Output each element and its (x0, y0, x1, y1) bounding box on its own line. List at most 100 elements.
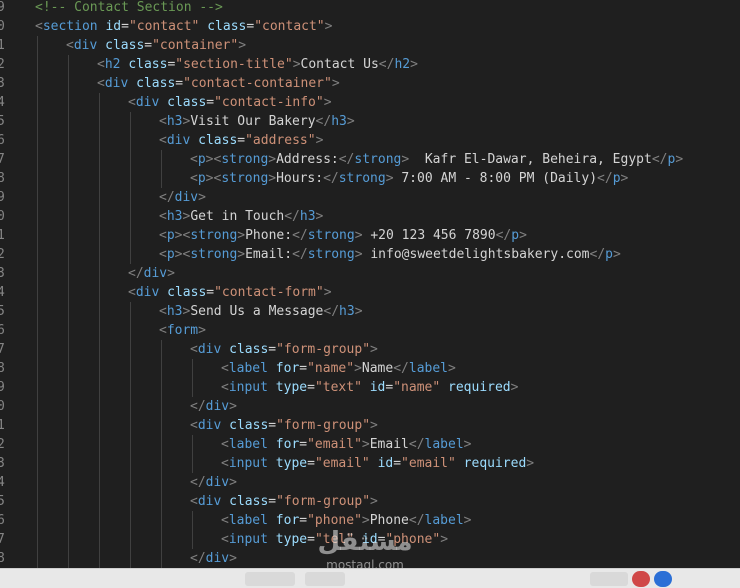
code-line[interactable]: 0 <section id="contact" class="contact"> (0, 17, 740, 36)
line-number: 8 (0, 171, 5, 186)
code-token: class (128, 57, 168, 72)
code-token: input (228, 380, 268, 395)
code-token: strong (307, 247, 355, 262)
code-token: h3 (331, 114, 347, 129)
code-token: class (229, 418, 269, 433)
code-token: > (675, 152, 684, 167)
code-token: h3 (166, 209, 183, 224)
code-line[interactable]: 2 <label for="email">Email</label> (0, 435, 740, 454)
taskbar-item[interactable] (305, 572, 345, 586)
code-line[interactable]: 7 <div class="form-group"> (0, 340, 740, 359)
line-number: 0 (0, 209, 5, 224)
code-token: class (167, 285, 207, 300)
code-content: <div class="form-group"> (190, 416, 378, 435)
code-line[interactable]: 3 </div> (0, 264, 740, 283)
code-content: <h3>Visit Our Bakery</h3> (159, 112, 355, 131)
code-line[interactable]: 2 <h2 class="section-title">Contact Us</h… (0, 55, 740, 74)
line-number: 3 (0, 266, 5, 281)
code-token: h3 (339, 304, 355, 319)
code-line[interactable]: 3 <div class="contact-container"> (0, 74, 740, 93)
code-token: > (440, 532, 449, 547)
code-line[interactable]: 3 <input type="email" id="email" required… (0, 454, 740, 473)
code-token: label (228, 513, 268, 528)
taskbar-item[interactable] (245, 572, 295, 586)
code-token: Address: (276, 152, 339, 167)
code-token: strong (221, 152, 269, 167)
code-line[interactable]: 1 <div class="container"> (0, 36, 740, 55)
code-line[interactable]: 8 <p><strong>Hours:</strong> 7:00 AM - 8:… (0, 169, 740, 188)
code-content: <form> (159, 321, 206, 340)
code-line[interactable]: 6 <div class="address"> (0, 131, 740, 150)
code-content: <p><strong>Phone:</strong> +20 123 456 7… (159, 226, 527, 245)
code-token: </ (292, 247, 308, 262)
app-icon[interactable] (632, 571, 650, 587)
code-content: <div class="form-group"> (190, 492, 378, 511)
taskbar-item[interactable] (590, 572, 628, 586)
app-icon[interactable] (654, 571, 672, 587)
code-line[interactable]: 5 <h3>Send Us a Message</h3> (0, 302, 740, 321)
line-number: 2 (0, 247, 5, 262)
code-token: div (135, 95, 160, 110)
code-line[interactable]: 4 <div class="contact-info"> (0, 93, 740, 112)
code-token: p (612, 171, 621, 186)
code-token: = (121, 19, 129, 34)
code-content: <div class="address"> (159, 131, 323, 150)
code-line[interactable]: 5 <div class="form-group"> (0, 492, 740, 511)
code-token: Phone (369, 513, 409, 528)
code-token: h3 (166, 114, 183, 129)
code-token: < (221, 380, 229, 395)
code-line[interactable]: 6 <form> (0, 321, 740, 340)
code-line[interactable]: 9 </div> (0, 188, 740, 207)
code-line[interactable]: 2 <p><strong>Email:</strong> info@sweetde… (0, 245, 740, 264)
code-token: < (221, 361, 229, 376)
code-token: > (229, 475, 237, 490)
code-token: > (385, 171, 394, 186)
code-line[interactable]: 8 </div> (0, 549, 740, 568)
code-line[interactable]: 7 <input type="tel" id="phone"> (0, 530, 740, 549)
code-editor[interactable]: 9 <!-- Contact Section --> 0 <section id="c… (0, 0, 740, 587)
code-token: Hours: (276, 171, 324, 186)
code-line[interactable]: 1 <p><strong>Phone:</strong> +20 123 456 … (0, 226, 740, 245)
code-line[interactable]: 6 <label for="phone">Phone</label> (0, 511, 740, 530)
line-number: 8 (0, 361, 5, 376)
code-token: "tel" (314, 532, 355, 547)
code-token: class (198, 133, 238, 148)
code-token: "phone" (307, 513, 362, 528)
code-line[interactable]: 4 <div class="contact-form"> (0, 283, 740, 302)
line-number: 3 (0, 456, 5, 471)
line-number: 8 (0, 551, 5, 566)
code-token: "email" (307, 437, 362, 452)
code-token: </ (338, 152, 355, 167)
code-content: <div class="container"> (66, 36, 246, 55)
code-token: > (315, 209, 324, 224)
code-line[interactable]: 9 <input type="text" id="name" required> (0, 378, 740, 397)
code-token: = (175, 76, 184, 91)
code-token: < (66, 38, 74, 53)
code-line[interactable]: 4 </div> (0, 473, 740, 492)
code-line[interactable]: 8 <label for="name">Name</label> (0, 359, 740, 378)
code-token: < (159, 323, 167, 338)
code-line[interactable]: 5 <h3>Visit Our Bakery</h3> (0, 112, 740, 131)
code-token: class (105, 38, 145, 53)
code-token: form (166, 323, 199, 338)
line-number: 9 (0, 0, 5, 15)
code-content: <section id="contact" class="contact"> (35, 17, 332, 36)
code-token: label (424, 513, 464, 528)
code-token: = (206, 285, 215, 300)
code-line[interactable]: 9 <!-- Contact Section --> (0, 0, 740, 17)
line-number: 0 (0, 399, 5, 414)
code-line[interactable]: 0 <h3>Get in Touch</h3> (0, 207, 740, 226)
code-line[interactable]: 1 <div class="form-group"> (0, 416, 740, 435)
code-token: for (275, 513, 300, 528)
code-token: < (159, 304, 167, 319)
code-content: <input type="tel" id="phone"> (221, 530, 448, 549)
code-line[interactable]: 0 </div> (0, 397, 740, 416)
code-token: = (393, 456, 402, 471)
code-token: required (463, 456, 527, 471)
code-token: < (97, 76, 105, 91)
code-line[interactable]: 7 <p><strong>Address:</strong> Kafr El-Da… (0, 150, 740, 169)
code-token: < (35, 19, 43, 34)
